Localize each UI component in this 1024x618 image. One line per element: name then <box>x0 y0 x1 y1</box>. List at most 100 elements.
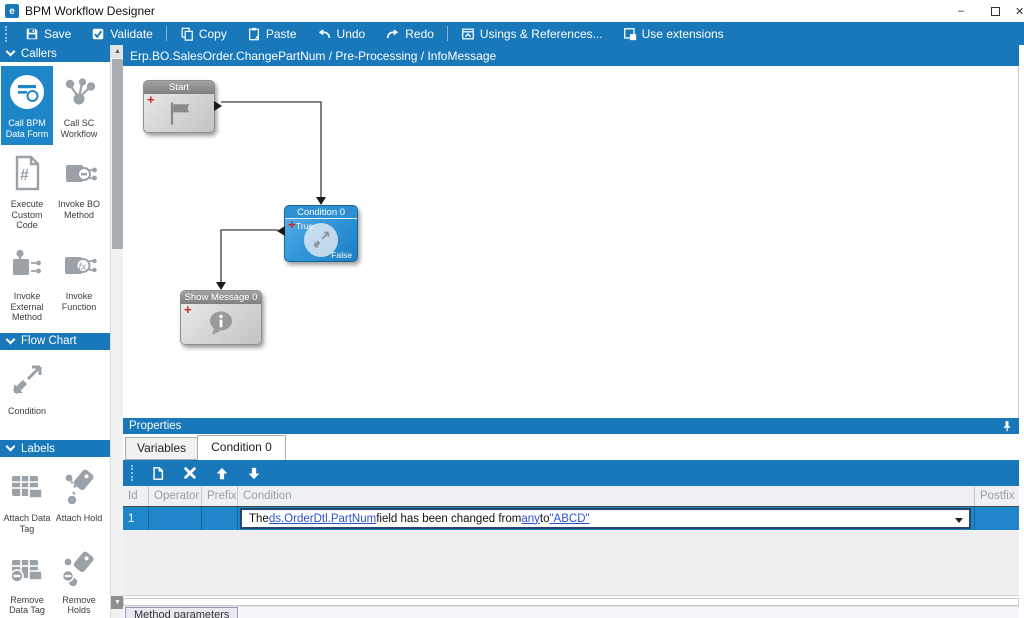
cell-prefix[interactable] <box>202 507 238 530</box>
palette-section-callers[interactable]: Callers <box>0 45 110 62</box>
node-show-message-body: + <box>181 304 261 344</box>
palette-item-condition[interactable]: Condition <box>1 354 53 423</box>
save-label: Save <box>44 27 71 41</box>
toolbar-grip[interactable] <box>131 465 135 481</box>
palette-section-labels[interactable]: Labels <box>0 440 110 457</box>
undo-button[interactable]: Undo <box>307 22 376 45</box>
validate-button[interactable]: Validate <box>81 22 162 45</box>
column-header-prefix[interactable]: Prefix <box>202 486 238 506</box>
node-condition[interactable]: Condition 0 + True False <box>284 205 358 262</box>
cell-operator[interactable] <box>149 507 202 530</box>
toolbar-grip[interactable] <box>5 26 9 42</box>
palette-item-attach-hold[interactable]: Attach Hold <box>53 461 105 540</box>
use-extensions-label: Use extensions <box>642 27 724 41</box>
invoke-function-icon: fx <box>58 244 100 286</box>
pin-icon[interactable] <box>1001 419 1013 433</box>
palette-item-invoke-external-method[interactable]: Invoke External Method <box>1 239 53 329</box>
invoke-bo-method-icon <box>58 152 100 194</box>
palette-item-label: Attach Data Tag <box>2 513 52 534</box>
redo-button[interactable]: Redo <box>375 22 444 45</box>
info-message-icon <box>205 309 237 339</box>
condition-from-link[interactable]: any <box>521 513 540 525</box>
palette-item-label: Invoke External Method <box>2 291 52 323</box>
svg-text:#: # <box>20 167 29 184</box>
palette-item-remove-holds[interactable]: Remove Holds <box>53 543 105 618</box>
palette-item-call-bpm-data-form[interactable]: Call BPM Data Form <box>1 66 53 145</box>
breadcrumb-path[interactable]: Erp.BO.SalesOrder.ChangePartNum / Pre-Pr… <box>130 49 496 63</box>
palette-item-label: Condition <box>8 406 46 417</box>
redo-icon <box>385 27 400 41</box>
new-row-button[interactable] <box>149 463 167 483</box>
connector-layer <box>123 66 1019 418</box>
condition-field-link[interactable]: ds.OrderDtl.PartNum <box>269 513 376 525</box>
arrow-up-icon <box>215 466 229 481</box>
delete-row-button[interactable] <box>181 463 199 483</box>
palette-item-remove-data-tag[interactable]: Remove Data Tag <box>1 543 53 618</box>
chevron-down-icon <box>6 47 16 57</box>
node-condition-body: + True False <box>285 219 357 261</box>
condition-text: The <box>249 513 269 525</box>
add-connection-icon[interactable]: + <box>147 94 155 106</box>
palette-item-label: Remove Data Tag <box>2 595 52 616</box>
minimize-button[interactable]: – <box>944 0 978 22</box>
redo-label: Redo <box>405 27 434 41</box>
true-output-port[interactable] <box>277 226 285 236</box>
output-port[interactable] <box>214 101 222 111</box>
column-header-postfix[interactable]: Postfix <box>975 486 1019 506</box>
condition-row-1[interactable]: 1 The ds.OrderDtl.PartNum field has been… <box>123 507 1019 530</box>
section-callers-label: Callers <box>21 48 57 60</box>
attach-hold-icon <box>58 466 100 508</box>
node-show-message[interactable]: Show Message 0 + <box>180 290 262 345</box>
use-extensions-button[interactable]: Use extensions <box>613 22 734 45</box>
palette-scrollbar[interactable]: ▲ ▼ <box>110 45 123 618</box>
tab-condition-0[interactable]: Condition 0 <box>197 435 286 460</box>
palette-item-invoke-function[interactable]: fx Invoke Function <box>53 239 105 329</box>
column-header-condition[interactable]: Condition <box>238 486 975 506</box>
palette-section-flow-chart[interactable]: Flow Chart <box>0 333 110 350</box>
dropdown-caret-icon <box>955 518 963 523</box>
remove-holds-icon <box>58 548 100 590</box>
invoke-external-method-icon <box>6 244 48 286</box>
callers-grid: Call BPM Data Form Call SC Workflow # Ex… <box>0 62 110 333</box>
copy-button[interactable]: Copy <box>170 22 237 45</box>
cell-postfix[interactable] <box>975 507 1019 530</box>
palette-item-execute-custom-code[interactable]: # Execute Custom Code <box>1 147 53 237</box>
properties-title: Properties <box>129 420 181 432</box>
properties-toolbar <box>123 460 1019 486</box>
undo-label: Undo <box>337 27 366 41</box>
column-header-id[interactable]: Id <box>123 486 149 506</box>
breadcrumb: Erp.BO.SalesOrder.ChangePartNum / Pre-Pr… <box>123 45 1019 66</box>
flag-icon <box>165 99 193 127</box>
node-start[interactable]: Start + <box>143 80 215 133</box>
add-connection-icon[interactable]: + <box>288 219 296 231</box>
copy-icon <box>180 27 194 41</box>
palette-item-label: Call BPM Data Form <box>2 118 52 139</box>
move-up-button[interactable] <box>213 463 231 483</box>
palette-item-attach-data-tag[interactable]: Attach Data Tag <box>1 461 53 540</box>
save-icon <box>25 27 39 41</box>
call-bpm-data-form-icon <box>6 71 48 113</box>
palette-item-invoke-bo-method[interactable]: Invoke BO Method <box>53 147 105 237</box>
save-button[interactable]: Save <box>15 22 81 45</box>
move-down-button[interactable] <box>245 463 263 483</box>
cell-id: 1 <box>123 507 149 530</box>
tab-variables[interactable]: Variables <box>125 437 198 460</box>
scrollbar-thumb[interactable] <box>112 59 123 249</box>
add-connection-icon[interactable]: + <box>184 304 192 316</box>
labels-grid: Attach Data Tag Attach Hold Remove Data … <box>0 457 110 618</box>
maximize-button[interactable] <box>978 0 1012 22</box>
main-toolbar: Save Validate Copy Paste Undo Redo Using… <box>0 22 1024 45</box>
arrowhead-icon <box>216 282 226 290</box>
use-extensions-icon <box>623 27 637 41</box>
horizontal-scrollbar[interactable] <box>123 598 1019 606</box>
close-button[interactable]: ✕ <box>1012 0 1024 22</box>
condition-dropdown[interactable]: The ds.OrderDtl.PartNum field has been c… <box>241 509 970 528</box>
palette-item-call-sc-workflow[interactable]: Call SC Workflow <box>53 66 105 145</box>
arrow-down-icon <box>247 466 261 481</box>
workflow-canvas[interactable]: Start + Condition 0 + True False Show Me… <box>123 66 1019 418</box>
tab-method-parameters[interactable]: Method parameters <box>125 607 238 618</box>
paste-button[interactable]: Paste <box>237 22 307 45</box>
column-header-operator[interactable]: Operator <box>149 486 202 506</box>
usings-references-button[interactable]: Usings & References... <box>451 22 613 45</box>
condition-to-link[interactable]: "ABCD" <box>549 513 589 525</box>
